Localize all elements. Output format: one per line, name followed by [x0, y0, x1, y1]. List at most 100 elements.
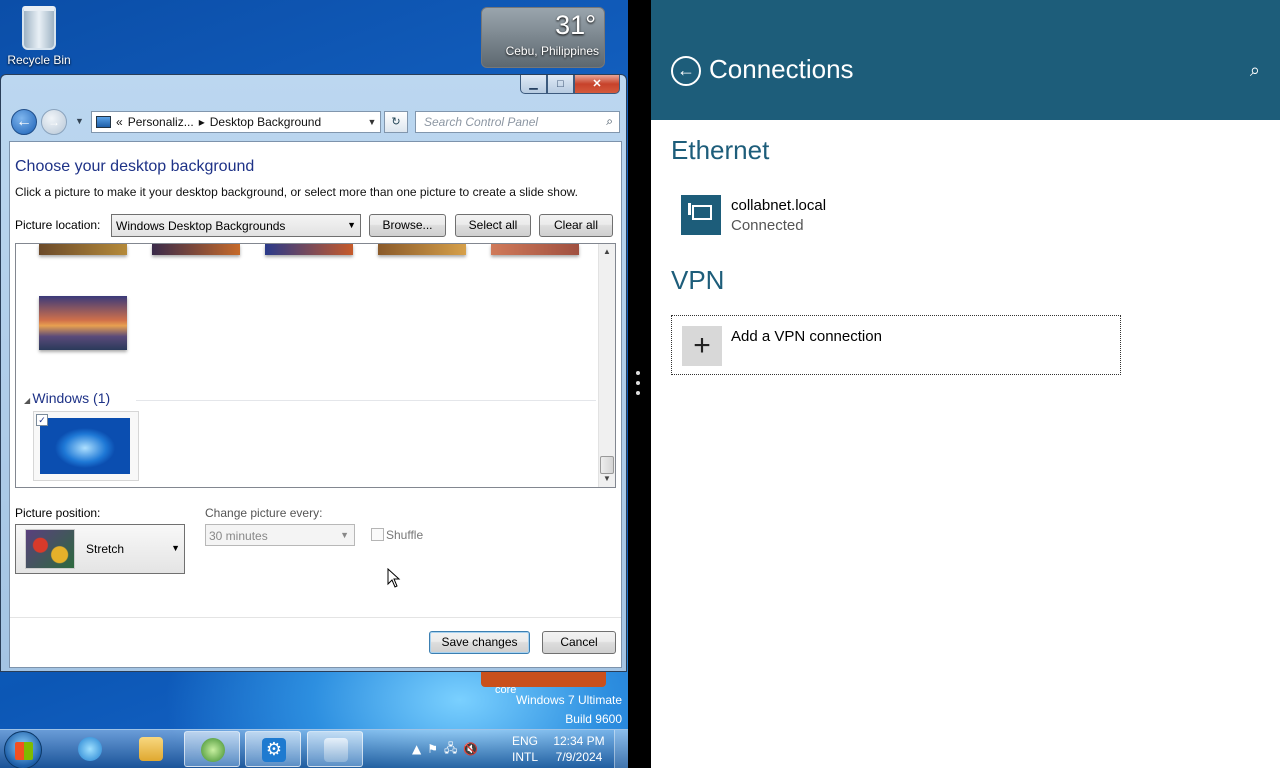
select-all-button[interactable]: Select all	[455, 214, 531, 237]
wallpaper-thumbnail[interactable]	[378, 244, 466, 255]
window-caption-buttons: ▁ □ ✕	[520, 75, 620, 94]
recent-pages-dropdown-icon[interactable]: ▼	[75, 116, 84, 126]
snap-grip-icon[interactable]	[634, 368, 642, 398]
ethernet-icon	[681, 195, 721, 235]
internet-explorer-icon	[78, 737, 102, 761]
shuffle-checkbox[interactable]	[371, 528, 384, 541]
gallery-scrollbar[interactable]: ▲ ▼	[598, 244, 615, 487]
back-arrow-icon[interactable]: ←	[671, 56, 701, 86]
shuffle-label: Shuffle	[386, 528, 424, 542]
clock-time: 12:34 PM	[553, 734, 605, 748]
forward-arrow-icon[interactable]: →	[41, 109, 67, 135]
maximize-button[interactable]: □	[547, 75, 574, 94]
change-picture-interval-select[interactable]: 30 minutes ▼	[205, 524, 355, 546]
taskbar-control-panel-button[interactable]	[307, 731, 363, 767]
group-header-windows[interactable]: ◢ Windows (1)	[24, 390, 110, 406]
plus-icon: +	[682, 326, 722, 366]
picture-position-select[interactable]: Stretch ▼	[15, 524, 185, 574]
plug-shape	[688, 203, 691, 215]
language-indicator[interactable]: ENG INTL	[507, 733, 543, 765]
weather-temperature: 31°	[555, 10, 596, 40]
taskbar-ie-button[interactable]	[62, 731, 118, 767]
control-panel-icon	[324, 738, 348, 762]
picture-location-value: Windows Desktop Backgrounds	[116, 219, 286, 233]
breadcrumb-overflow-chevrons[interactable]: «	[116, 115, 123, 129]
chevron-down-icon: ▼	[347, 220, 356, 230]
search-icon[interactable]: ⌕	[1250, 60, 1260, 81]
page-title: Choose your desktop background	[15, 158, 255, 175]
search-icon[interactable]: ⌕	[606, 114, 613, 129]
refresh-icon[interactable]: ↻	[384, 111, 408, 133]
scroll-up-icon[interactable]: ▲	[599, 244, 615, 260]
show-desktop-button[interactable]	[614, 730, 628, 768]
clear-all-button[interactable]: Clear all	[539, 214, 613, 237]
folder-icon	[139, 737, 163, 761]
weather-city: Cebu, Philippines	[505, 44, 599, 58]
taskbar-explorer-button[interactable]	[123, 731, 179, 767]
page-description: Click a picture to make it your desktop …	[15, 185, 578, 199]
windows-edition-watermark: Windows 7 Ultimate	[515, 693, 622, 707]
windows-wallpaper-tile[interactable]: ✓	[33, 411, 139, 481]
start-button[interactable]	[4, 731, 42, 768]
scroll-down-icon[interactable]: ▼	[599, 471, 615, 487]
change-picture-label: Change picture every:	[205, 506, 323, 520]
address-dropdown-icon[interactable]: ▼	[364, 117, 380, 127]
volume-muted-icon[interactable]: 🔇	[463, 742, 478, 756]
taskbar: ⚙ ▲ ⚑ 🖧 🔇 ENG INTL 12:34 PM 7/9/2024	[0, 729, 628, 768]
window-content: Choose your desktop background Click a p…	[9, 141, 622, 668]
ethernet-status: Connected	[731, 217, 804, 234]
search-input[interactable]: Search Control Panel ⌕	[415, 111, 620, 133]
windows-build-watermark: Build 9600	[565, 712, 622, 726]
address-bar[interactable]: « Personaliz... ▸ Desktop Background ▼	[91, 111, 381, 133]
picture-location-select[interactable]: Windows Desktop Backgrounds ▼	[111, 214, 361, 237]
ethernet-network-name: collabnet.local	[731, 197, 827, 214]
save-changes-button[interactable]: Save changes	[429, 631, 530, 654]
control-panel-icon	[96, 116, 111, 128]
selected-checkbox[interactable]: ✓	[36, 414, 48, 426]
ethernet-heading: Ethernet	[671, 135, 770, 165]
taskbar-media-button[interactable]	[184, 731, 240, 767]
wallpaper-thumbnail[interactable]	[152, 244, 240, 255]
close-button[interactable]: ✕	[574, 75, 620, 94]
gear-icon: ⚙	[262, 738, 286, 762]
breadcrumb-personalization[interactable]: Personaliz...	[128, 115, 194, 129]
vpn-heading: VPN	[671, 265, 725, 295]
show-hidden-icons-icon[interactable]: ▲	[412, 742, 421, 756]
cancel-button[interactable]: Cancel	[542, 631, 616, 654]
picture-location-label: Picture location:	[15, 218, 101, 232]
keyboard-layout: INTL	[511, 750, 538, 764]
weather-gadget[interactable]: 31° Cebu, Philippines	[481, 7, 605, 68]
system-tray: ▲ ⚑ 🖧 🔇	[412, 737, 508, 761]
connections-header: ← Connections ⌕	[651, 0, 1280, 120]
network-icon[interactable]: 🖧	[444, 739, 457, 760]
desktop: Recycle Bin 31° Cebu, Philippines core W…	[0, 0, 628, 768]
minimize-button[interactable]: ▁	[520, 75, 547, 94]
group-label: Windows (1)	[32, 390, 111, 406]
back-arrow-icon[interactable]: ←	[11, 109, 37, 135]
action-center-flag-icon[interactable]: ⚑	[427, 742, 438, 756]
breadcrumb-separator-icon[interactable]: ▸	[199, 115, 205, 129]
chevron-down-icon: ▼	[171, 543, 180, 553]
picture-position-value: Stretch	[86, 542, 125, 556]
windows-logo-icon	[15, 742, 33, 760]
taskbar-settings-button[interactable]: ⚙	[245, 731, 301, 767]
wallpaper-thumbnail[interactable]	[491, 244, 579, 255]
breadcrumb-desktop-background[interactable]: Desktop Background	[210, 115, 321, 129]
footer-divider	[10, 617, 621, 618]
wallpaper-thumbnail[interactable]	[39, 296, 127, 350]
add-vpn-connection-button[interactable]: + Add a VPN connection	[671, 315, 1121, 375]
clock[interactable]: 12:34 PM 7/9/2024	[548, 733, 610, 765]
recycle-bin-shortcut[interactable]: Recycle Bin	[6, 6, 72, 67]
language-code: ENG	[511, 734, 538, 748]
recycle-bin-label: Recycle Bin	[7, 53, 71, 67]
chevron-down-icon: ▼	[340, 530, 349, 540]
browse-button[interactable]: Browse...	[369, 214, 446, 237]
wallpaper-thumbnail	[40, 418, 130, 474]
recycle-bin-icon	[22, 6, 56, 50]
wallpaper-thumbnail[interactable]	[39, 244, 127, 255]
connections-pane: ← Connections ⌕ Ethernet collabnet.local…	[651, 0, 1280, 768]
add-vpn-label: Add a VPN connection	[731, 328, 882, 345]
wallpaper-thumbnail[interactable]	[265, 244, 353, 255]
position-preview-image	[25, 529, 75, 569]
connections-title: Connections	[709, 54, 854, 84]
